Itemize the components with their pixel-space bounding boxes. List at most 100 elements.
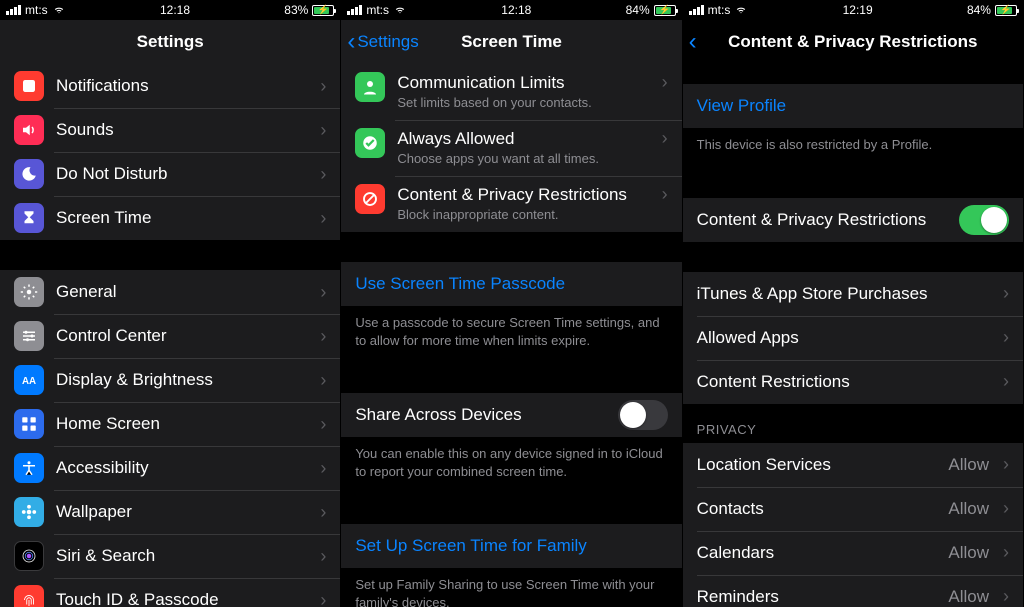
clock: 12:18 (501, 3, 531, 17)
carrier-label: mt:s (25, 3, 48, 17)
status-bar: mt:s 12:19 84% ⚡ (683, 0, 1023, 20)
clock: 12:19 (843, 3, 873, 17)
action-link[interactable]: Set Up Screen Time for Family (341, 524, 681, 568)
row-label: Notifications (56, 75, 312, 97)
settings-row[interactable]: Content & Privacy RestrictionsBlock inap… (341, 176, 681, 232)
chevron-right-icon: › (312, 370, 326, 391)
row-label: Share Across Devices (355, 404, 617, 426)
flower-icon (14, 497, 44, 527)
chevron-right-icon: › (654, 184, 668, 205)
chevron-right-icon: › (995, 498, 1009, 519)
settings-row[interactable]: Screen Time› (0, 196, 340, 240)
gear-icon (14, 277, 44, 307)
screen-screentime: mt:s 12:18 84% ⚡ ‹ Settings Screen Time … (341, 0, 682, 607)
carrier-label: mt:s (366, 3, 389, 17)
status-bar: mt:s 12:18 83% ⚡ (0, 0, 340, 20)
battery-percent: 84% (967, 3, 991, 17)
signal-icon (6, 5, 21, 15)
row-label: Accessibility (56, 457, 312, 479)
back-label: Settings (357, 32, 418, 52)
settings-row[interactable]: Do Not Disturb› (0, 152, 340, 196)
toggle-row: Content & Privacy Restrictions (683, 198, 1023, 242)
settings-row[interactable]: iTunes & App Store Purchases› (683, 272, 1023, 316)
back-button[interactable]: ‹ (689, 20, 697, 64)
chevron-right-icon: › (312, 76, 326, 97)
nav-bar: Settings (0, 20, 340, 64)
settings-row[interactable]: ContactsAllow› (683, 487, 1023, 531)
chevron-left-icon: ‹ (347, 30, 355, 54)
row-label: Sounds (56, 119, 312, 141)
settings-row[interactable]: Allowed Apps› (683, 316, 1023, 360)
chevron-right-icon: › (312, 326, 326, 347)
settings-row[interactable]: Location ServicesAllow › (683, 443, 1023, 487)
link-label: Use Screen Time Passcode (355, 274, 565, 293)
toggle-switch[interactable] (959, 205, 1009, 235)
person-icon (355, 72, 385, 102)
row-label: Control Center (56, 325, 312, 347)
finger-icon (14, 585, 44, 607)
settings-row[interactable]: Notifications› (0, 64, 340, 108)
status-bar: mt:s 12:18 84% ⚡ (341, 0, 681, 20)
chevron-right-icon: › (995, 327, 1009, 348)
toggle-switch[interactable] (618, 400, 668, 430)
row-label: Allowed Apps (697, 327, 995, 349)
row-value: Allow (948, 543, 989, 563)
sound-icon (14, 115, 44, 145)
settings-row[interactable]: Always AllowedChoose apps you want at al… (341, 120, 681, 176)
settings-row[interactable]: CalendarsAllow› (683, 531, 1023, 575)
back-button[interactable]: ‹ Settings (347, 20, 418, 64)
settings-row[interactable]: General› (0, 270, 340, 314)
chevron-right-icon: › (995, 542, 1009, 563)
row-label: Siri & Search (56, 545, 312, 567)
settings-row[interactable]: Touch ID & Passcode› (0, 578, 340, 607)
content-privacy-list[interactable]: View ProfileThis device is also restrict… (683, 64, 1023, 607)
sliders-icon (14, 321, 44, 351)
clock: 12:18 (160, 3, 190, 17)
row-value: Allow (948, 499, 989, 519)
grid-icon (14, 409, 44, 439)
chevron-right-icon: › (312, 282, 326, 303)
settings-row[interactable]: Content Restrictions› (683, 360, 1023, 404)
moon-icon (14, 159, 44, 189)
chevron-right-icon: › (995, 454, 1009, 475)
row-value: Allow (948, 455, 989, 475)
access-icon (14, 453, 44, 483)
battery-percent: 84% (626, 3, 650, 17)
aa-icon: AA (14, 365, 44, 395)
action-link[interactable]: Use Screen Time Passcode (341, 262, 681, 306)
settings-row[interactable]: RemindersAllow› (683, 575, 1023, 607)
row-subtitle: Block inappropriate content. (397, 207, 653, 224)
settings-row[interactable]: Home Screen› (0, 402, 340, 446)
svg-text:AA: AA (22, 376, 36, 387)
row-label: Communication Limits (397, 72, 653, 94)
row-label: Location Services (697, 454, 949, 476)
row-label: Content & Privacy Restrictions (397, 184, 653, 206)
settings-row[interactable]: Siri & Search› (0, 534, 340, 578)
settings-row[interactable]: Wallpaper› (0, 490, 340, 534)
settings-row[interactable]: Accessibility› (0, 446, 340, 490)
settings-row[interactable]: Sounds› (0, 108, 340, 152)
wifi-icon (393, 5, 407, 15)
chevron-right-icon: › (995, 586, 1009, 607)
section-header: Privacy (683, 404, 1023, 443)
row-label: Content Restrictions (697, 371, 995, 393)
settings-row[interactable]: AADisplay & Brightness› (0, 358, 340, 402)
chevron-right-icon: › (312, 164, 326, 185)
screentime-list[interactable]: Communication LimitsSet limits based on … (341, 64, 681, 607)
battery-icon: ⚡ (995, 5, 1017, 16)
nope-icon (355, 184, 385, 214)
battery-percent: 83% (284, 3, 308, 17)
chevron-right-icon: › (312, 120, 326, 141)
toggle-row: Share Across Devices (341, 393, 681, 437)
settings-row[interactable]: Communication LimitsSet limits based on … (341, 64, 681, 120)
section-footer: This device is also restricted by a Prof… (683, 128, 1023, 168)
settings-list[interactable]: Notifications›Sounds›Do Not Disturb›Scre… (0, 64, 340, 607)
settings-row[interactable]: Control Center› (0, 314, 340, 358)
chevron-right-icon: › (312, 458, 326, 479)
page-title: Screen Time (461, 32, 562, 52)
wifi-icon (52, 5, 66, 15)
nav-bar: ‹ Content & Privacy Restrictions (683, 20, 1023, 64)
carrier-label: mt:s (708, 3, 731, 17)
action-link[interactable]: View Profile (683, 84, 1023, 128)
row-label: Home Screen (56, 413, 312, 435)
